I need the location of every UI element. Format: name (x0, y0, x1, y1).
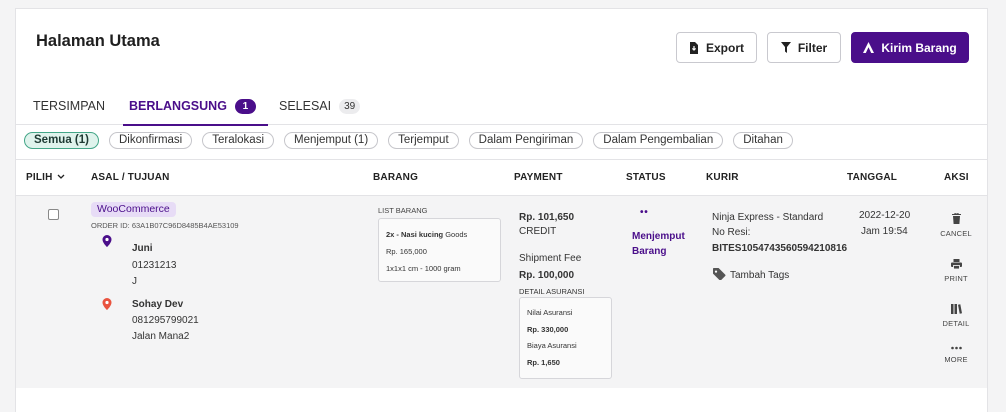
pilih-dropdown[interactable]: PILIH (26, 172, 65, 183)
print-button[interactable]: PRINT (936, 259, 976, 283)
table-header: PILIH ASAL / TUJUAN BARANG PAYMENT STATU… (16, 159, 987, 196)
more-label: MORE (944, 355, 968, 364)
detail-label: DETAIL (942, 319, 970, 328)
insurance-cost: Rp. 1,650 (527, 358, 560, 367)
tab-count-badge: 39 (339, 98, 361, 114)
row-select-checkbox[interactable] (48, 209, 59, 220)
cancel-button[interactable]: CANCEL (936, 213, 976, 238)
tab-tersimpan[interactable]: TERSIMPAN (33, 95, 105, 117)
item-qty-name: 2x - Nasi kucing (386, 230, 444, 239)
payment-total: Rp. 101,650 (519, 212, 575, 223)
trash-icon (936, 213, 976, 224)
column-header-aksi: AKSI (944, 172, 969, 183)
sender-phone: 01231213 (132, 260, 177, 271)
column-header-status: STATUS (626, 172, 666, 183)
filter-chip-dalam-pengembalian[interactable]: Dalam Pengembalian (593, 132, 724, 149)
resi-label: No Resi: (712, 227, 751, 238)
filter-chip-teralokasi[interactable]: Teralokasi (202, 132, 275, 149)
item-line: 2x - Nasi kucing Goods (386, 230, 467, 239)
item-price: Rp. 165,000 (386, 247, 427, 256)
payment-method: CREDIT (519, 226, 557, 237)
filter-chip-terjemput[interactable]: Terjemput (388, 132, 459, 149)
more-button[interactable]: MORE (936, 346, 976, 364)
receiver-phone: 081295799021 (132, 315, 199, 326)
receiver-address: Jalan Mana2 (132, 331, 190, 342)
item-type: Goods (445, 230, 468, 239)
filter-chip-ditahan[interactable]: Ditahan (733, 132, 793, 149)
insurance-cost-label: Biaya Asuransi (527, 341, 577, 350)
tab-count-badge: 1 (234, 98, 256, 114)
send-icon (863, 42, 875, 53)
orders-card: Halaman Utama Export Filter Kirim Barang… (15, 8, 988, 412)
insured-value-label: Nilai Asuransi (527, 308, 573, 317)
filter-label: Filter (797, 40, 828, 55)
column-header-barang: BARANG (373, 172, 419, 183)
filter-chip-dalam-pengiriman[interactable]: Dalam Pengiriman (468, 132, 584, 149)
table-row: WooCommerce ORDER ID: 63A1B07C96D8485B4A… (16, 196, 987, 388)
insurance-detail-label: DETAIL ASURANSI (519, 287, 585, 296)
detail-button[interactable]: DETAIL (936, 304, 976, 328)
page-title: Halaman Utama (36, 32, 160, 50)
insured-value: Rp. 330,000 (527, 325, 569, 334)
tab-label: SELESAI (279, 99, 332, 113)
printer-icon (936, 259, 976, 269)
courier-service: Ninja Express - Standard (712, 212, 824, 223)
receiver-name: Sohay Dev (132, 299, 184, 310)
filter-chip-semua[interactable]: Semua (1) (24, 132, 99, 149)
add-tags-button[interactable]: Tambah Tags (712, 267, 790, 283)
resi-number[interactable]: BITES1054743560594210816 (712, 243, 847, 254)
chevron-down-icon (57, 172, 65, 183)
filter-chip-dikonfirmasi[interactable]: Dikonfirmasi (108, 132, 193, 149)
shipment-fee: Rp. 100,000 (519, 270, 575, 281)
export-button[interactable]: Export (676, 32, 757, 63)
tab-berlangsung[interactable]: BERLANGSUNG 1 (123, 95, 268, 126)
shipment-fee-label: Shipment Fee (519, 253, 582, 264)
cancel-label: CANCEL (940, 229, 972, 238)
column-header-pilih: PILIH (26, 172, 53, 183)
more-dots-icon (936, 346, 976, 350)
tab-selesai[interactable]: SELESAI 39 (279, 95, 361, 117)
column-header-payment: PAYMENT (514, 172, 563, 183)
list-barang-label: LIST BARANG (378, 206, 428, 215)
export-label: Export (705, 40, 744, 55)
funnel-icon (780, 42, 791, 53)
sender-address: J (132, 276, 137, 287)
tag-icon (712, 267, 726, 283)
filter-chip-menjemput[interactable]: Menjemput (1) (284, 132, 379, 149)
add-tags-label: Tambah Tags (730, 270, 790, 281)
export-icon (689, 41, 699, 54)
order-id: ORDER ID: 63A1B07C96D8485B4AE53109 (91, 221, 239, 230)
tab-label: BERLANGSUNG (129, 99, 227, 113)
kirim-barang-button[interactable]: Kirim Barang (851, 32, 969, 63)
status-filter-chips: Semua (1) Dikonfirmasi Teralokasi Menjem… (24, 132, 793, 152)
order-time: Jam 19:54 (861, 226, 908, 237)
status-progress-dots: • • (640, 207, 648, 218)
column-header-asal: ASAL / TUJUAN (91, 172, 170, 183)
source-badge: WooCommerce (91, 202, 176, 217)
column-header-tanggal: TANGGAL (847, 172, 898, 183)
order-date: 2022-12-20 (859, 210, 911, 221)
sender-location-pin-icon (102, 234, 112, 252)
item-details-box: 2x - Nasi kucing Goods Rp. 165,000 1x1x1… (378, 218, 501, 282)
sender-name: Juni (132, 243, 153, 254)
filter-button[interactable]: Filter (767, 32, 841, 63)
item-dimension: 1x1x1 cm - 1000 gram (386, 264, 461, 273)
book-icon (936, 304, 976, 314)
column-header-kurir: KURIR (706, 172, 739, 183)
tab-label: TERSIMPAN (33, 99, 105, 113)
status-text: Menjemput Barang (632, 231, 685, 257)
print-label: PRINT (944, 274, 968, 283)
receiver-location-pin-icon (102, 297, 112, 315)
status-tabs: TERSIMPAN BERLANGSUNG 1 SELESAI 39 (16, 89, 987, 126)
insurance-details-box: Nilai Asuransi Rp. 330,000 Biaya Asurans… (519, 297, 612, 379)
kirim-barang-label: Kirim Barang (881, 40, 957, 55)
